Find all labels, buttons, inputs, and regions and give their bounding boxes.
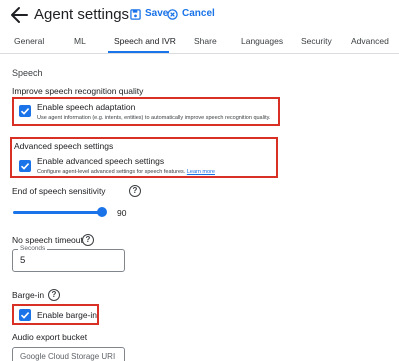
back-arrow-icon[interactable] [9, 6, 29, 24]
active-tab-indicator [108, 51, 169, 53]
improve-heading: Improve speech recognition quality [12, 86, 144, 96]
help-icon[interactable]: ? [82, 234, 94, 246]
learn-more-link[interactable]: Learn more [187, 169, 215, 175]
save-label: Save [145, 8, 169, 19]
no-speech-timeout-value: 5 [20, 255, 26, 266]
cancel-button[interactable]: Cancel [167, 7, 215, 21]
cancel-icon [167, 8, 178, 20]
end-of-speech-slider-thumb[interactable] [97, 207, 107, 217]
advanced-speech-label: Enable advanced speech settings [37, 156, 165, 166]
checkmark-icon [20, 163, 30, 170]
advanced-speech-description-text: Configure agent-level advanced settings … [37, 169, 186, 175]
advanced-speech-checkbox[interactable] [19, 160, 31, 172]
help-icon[interactable]: ? [129, 185, 141, 197]
page-title: Agent settings [34, 6, 130, 23]
barge-in-label: Barge-in [12, 290, 45, 300]
end-of-speech-value: 90 [117, 208, 127, 218]
speech-adaptation-label: Enable speech adaptation [37, 102, 136, 112]
advanced-speech-heading: Advanced speech settings [14, 141, 114, 151]
header-bar: Agent settings Save Cancel [0, 0, 399, 32]
tab-speech-and-ivr[interactable]: Speech and IVR [114, 35, 176, 47]
settings-tabs: General ML Speech and IVR Share Language… [0, 32, 399, 54]
section-title-speech: Speech [12, 68, 43, 78]
advanced-speech-description: Configure agent-level advanced settings … [37, 169, 215, 176]
checkmark-icon [20, 312, 30, 319]
seconds-field-label: Seconds [18, 245, 48, 253]
end-of-speech-label: End of speech sensitivity [12, 186, 106, 196]
tab-security[interactable]: Security [301, 35, 332, 47]
checkmark-icon [20, 108, 30, 115]
speech-adaptation-description: Use agent information (e.g. intents, ent… [37, 115, 271, 121]
tab-ml[interactable]: ML [74, 35, 86, 47]
barge-in-checkbox[interactable] [19, 309, 31, 321]
save-icon [130, 8, 141, 20]
save-button[interactable]: Save [130, 7, 168, 21]
tab-general[interactable]: General [14, 35, 44, 47]
tab-share[interactable]: Share [194, 35, 217, 47]
help-icon[interactable]: ? [48, 289, 60, 301]
barge-in-option-label: Enable barge-in [37, 310, 98, 320]
end-of-speech-slider-track[interactable] [13, 211, 103, 214]
cancel-label: Cancel [182, 8, 215, 19]
speech-adaptation-checkbox[interactable] [19, 105, 31, 117]
tab-advanced[interactable]: Advanced [351, 35, 389, 47]
audio-export-placeholder: Google Cloud Storage URI [20, 352, 116, 361]
tab-languages[interactable]: Languages [241, 35, 283, 47]
audio-export-label: Audio export bucket [12, 332, 88, 342]
